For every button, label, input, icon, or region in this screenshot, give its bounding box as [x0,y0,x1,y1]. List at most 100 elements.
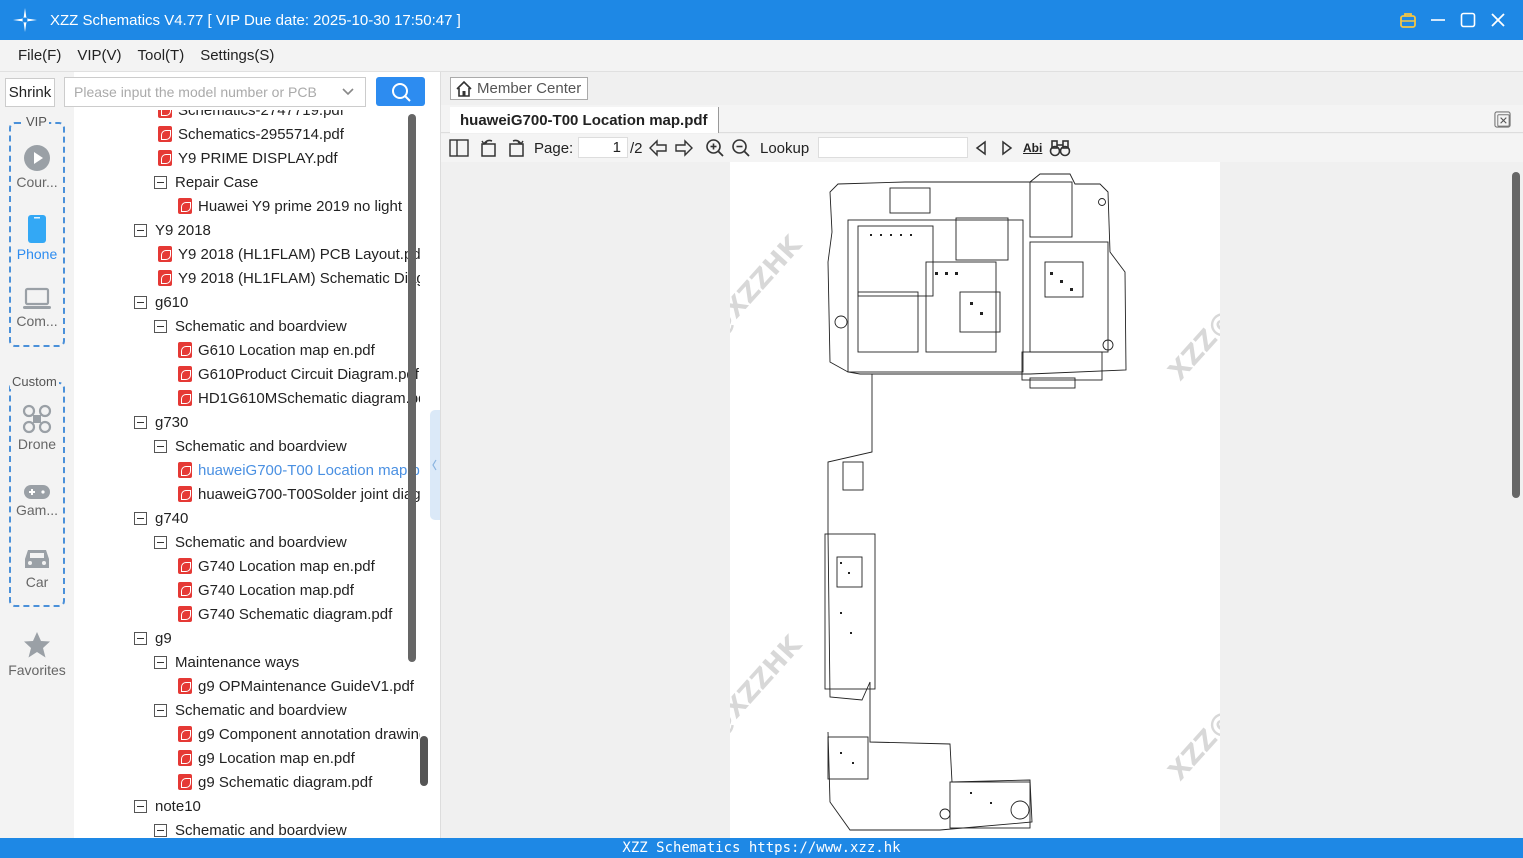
next-page-button[interactable] [674,137,694,159]
tree-file-item[interactable]: Huawei Y9 prime 2019 no light [178,194,402,218]
collapse-toggle-icon[interactable] [134,223,147,237]
close-tab-icon[interactable] [1494,111,1511,128]
tree-file-item[interactable]: G740 Location map.pdf [178,578,354,602]
close-button[interactable] [1483,5,1513,35]
rotate-right-icon [509,139,524,157]
tree-folder-item[interactable]: g730 [134,410,188,434]
tree-folder-item[interactable]: Schematic and boardview [154,434,347,458]
pdf-file-icon [178,486,192,502]
maximize-button[interactable] [1453,5,1483,35]
tree-file-item[interactable]: g9 Location map en.pdf [178,746,355,770]
tree-file-item[interactable]: Schematics-2747719.pdf [158,110,344,122]
tree-file-item[interactable]: Y9 2018 (HL1FLAM) Schematic Diagram.pdf [158,266,420,290]
nav-car[interactable]: Car [9,546,65,590]
tree-folder-item[interactable]: g610 [134,290,188,314]
menu-vip[interactable]: VIP(V) [77,47,121,64]
nav-games-label: Gam... [15,502,58,518]
tree-file-item[interactable]: Y9 PRIME DISPLAY.pdf [158,146,338,170]
menu-settings[interactable]: Settings(S) [200,47,274,64]
shrink-button[interactable]: Shrink [5,78,55,107]
rotate-left-button[interactable] [478,137,500,159]
match-case-button[interactable]: Abi [1023,137,1042,159]
tree-folder-item[interactable]: Schematic and boardview [154,698,347,722]
prev-page-button[interactable] [648,137,668,159]
collapse-toggle-icon[interactable] [154,535,167,549]
tree-file-item[interactable]: G610Product Circuit Diagram.pdf [178,362,419,386]
collapse-toggle-icon[interactable] [154,439,167,453]
nav-games[interactable]: Gam... [9,484,65,518]
menu-file[interactable]: File(F) [18,47,61,64]
tree-folder-item[interactable]: Y9 2018 [134,218,211,242]
find-prev-button[interactable] [972,137,990,159]
tree-file-item[interactable]: huaweiG700-T00Solder joint diagram.pdf [178,482,420,506]
tree-file-item[interactable]: Schematics-2955714.pdf [158,122,344,146]
tree-file-item[interactable]: G740 Schematic diagram.pdf [178,602,392,626]
search-input[interactable]: Please input the model number or PCB [64,77,366,107]
minimize-button[interactable] [1423,5,1453,35]
nav-phone[interactable]: Phone [9,214,65,262]
chevron-down-icon[interactable] [341,85,355,99]
tree-item-label: Schematic and boardview [175,317,347,335]
collapse-toggle-icon[interactable] [154,655,167,669]
tree-file-item[interactable]: g9 Component annotation drawing.pdf [178,722,420,746]
find-next-button[interactable] [998,137,1016,159]
page-number-input[interactable]: 1 [578,137,628,158]
collapse-toggle-icon[interactable] [134,631,147,645]
tree-folder-item[interactable]: Schematic and boardview [154,314,347,338]
tree-item-label: HD1G610MSchematic diagram.pdf [198,389,420,407]
collapse-toggle-icon[interactable] [134,799,147,813]
tree-file-item[interactable]: Y9 2018 (HL1FLAM) PCB Layout.pdf [158,242,420,266]
panel-splitter[interactable] [430,410,440,520]
zoom-in-button[interactable] [705,137,725,159]
tree-file-item[interactable]: g9 OPMaintenance GuideV1.pdf [178,674,414,698]
collapse-toggle-icon[interactable] [154,703,167,717]
vip-bag-icon[interactable] [1393,5,1423,35]
tree-item-label: G740 Schematic diagram.pdf [198,605,393,623]
gamepad-icon [24,485,50,499]
collapse-toggle-icon[interactable] [134,511,147,525]
nav-drone[interactable]: Drone [9,404,65,452]
collapse-toggle-icon[interactable] [154,823,167,837]
tree-item-label: note10 [155,797,201,815]
collapse-toggle-icon[interactable] [154,319,167,333]
tree-file-item[interactable]: G610 Location map en.pdf [178,338,375,362]
collapse-toggle-icon[interactable] [154,175,167,189]
search-icon [391,82,411,102]
collapse-toggle-icon[interactable] [134,295,147,309]
collapse-toggle-icon[interactable] [134,415,147,429]
watermark-top-left: XZZ@XZZHK [730,230,808,387]
tree-scrollbar[interactable] [408,114,416,662]
tree-file-item[interactable]: g9 Schematic diagram.pdf [178,770,372,794]
member-center-button[interactable]: Member Center [450,77,588,100]
tree-item-label: g9 Schematic diagram.pdf [198,773,373,791]
menu-tool[interactable]: Tool(T) [138,47,185,64]
tree-file-item[interactable]: HD1G610MSchematic diagram.pdf [178,386,420,410]
tree-folder-item[interactable]: note10 [134,794,201,818]
tree-folder-item[interactable]: Schematic and boardview [154,818,347,838]
document-scrollbar-thumb[interactable] [1512,172,1520,498]
tree-scrollbar-secondary[interactable] [420,736,428,786]
nav-courses-label: Cour... [16,174,58,190]
rotate-right-button[interactable] [505,137,527,159]
search-button[interactable] [376,77,425,106]
nav-courses[interactable]: Cour... [9,144,65,190]
tree-item-label: g610 [155,293,189,311]
tree-folder-item[interactable]: Schematic and boardview [154,530,347,554]
tree-folder-item[interactable]: Repair Case [154,170,258,194]
zoom-out-button[interactable] [731,137,751,159]
tree-folder-item[interactable]: g9 [134,626,172,650]
tree-folder-item[interactable]: Maintenance ways [154,650,299,674]
tree-file-item[interactable]: G740 Location map en.pdf [178,554,375,578]
sidebar-toggle-button[interactable] [448,137,470,159]
nav-computer[interactable]: Com... [9,287,65,329]
document-tab[interactable]: huaweiG700-T00 Location map.pdf [450,107,719,133]
tree-item-label: G610 Location map en.pdf [198,341,375,359]
tree-file-item[interactable]: huaweiG700-T00 Location map.pdf [178,458,420,482]
tree-folder-item[interactable]: g740 [134,506,188,530]
pdf-page[interactable]: XZZ@XZZHK XZZ@XZZHK XZZ@XZZHK XZZ@XZZHK [730,162,1220,838]
phone-icon [28,215,46,243]
tree-item-label: G610Product Circuit Diagram.pdf [198,365,419,383]
lookup-input[interactable] [818,137,968,158]
find-all-button[interactable] [1049,137,1071,159]
nav-favorites[interactable]: Favorites [0,630,74,678]
